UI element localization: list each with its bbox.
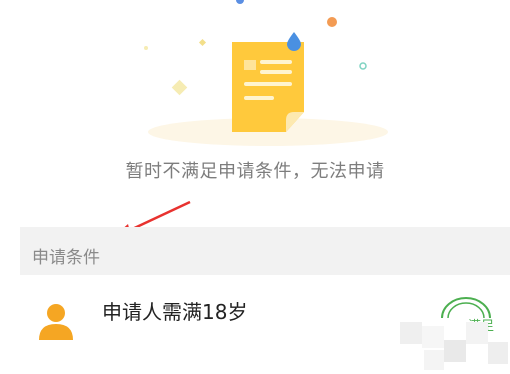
sparkle-star — [171, 79, 188, 96]
sparkle-dot — [327, 17, 337, 27]
sparkle-dot — [236, 0, 244, 4]
conditions-section-title: 申请条件 — [32, 248, 100, 268]
blurred-region — [400, 322, 508, 370]
document-icon — [232, 42, 304, 132]
droplet-icon — [287, 32, 301, 51]
sparkle-dot — [144, 46, 148, 50]
empty-state-message: 暂时不满足申请条件，无法申请 — [125, 161, 385, 182]
empty-state-illustration — [144, 0, 388, 146]
person-icon — [39, 304, 73, 340]
sparkle-star — [198, 38, 207, 47]
condition-label: 申请人需满18岁 — [102, 300, 248, 324]
sparkle-ring — [359, 62, 367, 70]
conditions-section-header: 申请条件 — [20, 227, 510, 275]
